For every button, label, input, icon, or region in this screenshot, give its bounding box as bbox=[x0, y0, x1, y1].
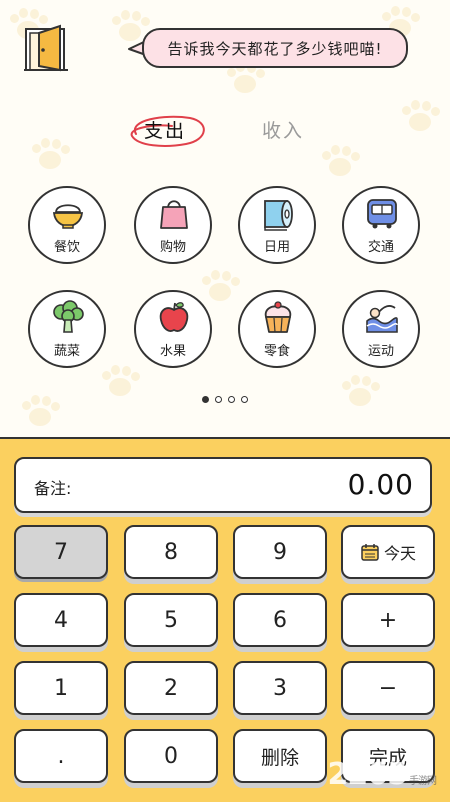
key-label: 8 bbox=[164, 539, 178, 565]
category-snacks[interactable]: 零食 bbox=[238, 290, 316, 368]
paw-icon bbox=[320, 145, 360, 179]
category-label: 购物 bbox=[159, 240, 186, 255]
key-label: 4 bbox=[54, 607, 68, 633]
category-sports[interactable]: 运动 bbox=[342, 290, 420, 368]
site-watermark: 2265 手游网 bbox=[327, 757, 438, 792]
delete-button[interactable]: 删除 bbox=[233, 729, 327, 783]
page-indicator bbox=[0, 396, 450, 406]
category-shopping[interactable]: 购物 bbox=[134, 186, 212, 264]
category-label: 交通 bbox=[367, 240, 394, 255]
key-label: . bbox=[57, 743, 65, 769]
category-dining[interactable]: 餐饮 bbox=[28, 186, 106, 264]
note-label: 备注: bbox=[34, 479, 72, 498]
paw-icon bbox=[100, 365, 140, 399]
shopping-bag-icon bbox=[160, 200, 188, 229]
broccoli-icon bbox=[53, 300, 84, 333]
key-label: 0 bbox=[164, 743, 178, 769]
category-label: 运动 bbox=[367, 344, 394, 359]
toilet-paper-icon bbox=[264, 200, 293, 231]
key-label: 2 bbox=[164, 675, 178, 701]
page-dot[interactable] bbox=[202, 396, 209, 403]
exit-door-button[interactable] bbox=[24, 22, 70, 74]
key-7[interactable]: 7 bbox=[14, 525, 108, 579]
key-9[interactable]: 9 bbox=[233, 525, 327, 579]
speech-bubble: 告诉我今天都花了多少钱吧喵! bbox=[142, 28, 408, 68]
category-fruit[interactable]: 水果 bbox=[134, 290, 212, 368]
paw-icon bbox=[200, 270, 240, 304]
note-input[interactable] bbox=[96, 467, 330, 505]
watermark-number: 2265 bbox=[327, 757, 408, 792]
watermark-site: 手游网 bbox=[409, 776, 437, 787]
key-label: 5 bbox=[164, 607, 178, 633]
apple-icon bbox=[159, 302, 189, 332]
key-3[interactable]: 3 bbox=[233, 661, 327, 715]
key-plus[interactable]: + bbox=[341, 593, 435, 647]
key-4[interactable]: 4 bbox=[14, 593, 108, 647]
category-label: 零食 bbox=[263, 344, 290, 359]
key-8[interactable]: 8 bbox=[124, 525, 218, 579]
tab-expense[interactable]: 支出 bbox=[144, 116, 186, 143]
category-label: 水果 bbox=[159, 344, 186, 359]
note-bar: 备注: 0.00 bbox=[14, 457, 432, 513]
key-label: 今天 bbox=[383, 544, 416, 563]
tab-income[interactable]: 收入 bbox=[262, 116, 304, 143]
category-vegetables[interactable]: 蔬菜 bbox=[28, 290, 106, 368]
top-bar: 告诉我今天都花了多少钱吧喵! bbox=[0, 0, 450, 90]
amount-display: 0.00 bbox=[347, 468, 414, 501]
key-6[interactable]: 6 bbox=[233, 593, 327, 647]
type-tabs: 支出 收入 bbox=[0, 110, 450, 150]
category-label: 餐饮 bbox=[53, 240, 80, 255]
key-label: + bbox=[378, 607, 398, 633]
key-5[interactable]: 5 bbox=[124, 593, 218, 647]
key-label: 删除 bbox=[260, 746, 299, 769]
bus-icon bbox=[367, 199, 397, 229]
rice-bowl-icon bbox=[52, 204, 84, 229]
key-dot[interactable]: . bbox=[14, 729, 108, 783]
number-keypad: 备注: 0.00 7 8 9 今天 4 5 6 + 1 2 3 − . 0 删除… bbox=[0, 437, 450, 802]
key-2[interactable]: 2 bbox=[124, 661, 218, 715]
door-icon bbox=[24, 24, 68, 72]
category-daily[interactable]: 日用 bbox=[238, 186, 316, 264]
page-dot[interactable] bbox=[215, 396, 222, 403]
key-label: − bbox=[378, 675, 398, 701]
category-transport[interactable]: 交通 bbox=[342, 186, 420, 264]
key-label: 7 bbox=[54, 539, 68, 565]
key-label: 6 bbox=[273, 607, 287, 633]
speech-bubble-text: 告诉我今天都花了多少钱吧喵! bbox=[167, 39, 383, 58]
category-label: 日用 bbox=[263, 240, 290, 255]
calendar-icon bbox=[361, 544, 379, 561]
key-label: 3 bbox=[273, 675, 287, 701]
page-dot[interactable] bbox=[228, 396, 235, 403]
category-label: 蔬菜 bbox=[53, 344, 80, 359]
page-dot[interactable] bbox=[241, 396, 248, 403]
key-minus[interactable]: − bbox=[341, 661, 435, 715]
key-label: 9 bbox=[273, 539, 287, 565]
key-1[interactable]: 1 bbox=[14, 661, 108, 715]
key-0[interactable]: 0 bbox=[124, 729, 218, 783]
swimming-icon bbox=[366, 305, 398, 333]
key-label: 1 bbox=[54, 675, 68, 701]
today-date-button[interactable]: 今天 bbox=[341, 525, 435, 579]
cupcake-icon bbox=[264, 301, 292, 333]
